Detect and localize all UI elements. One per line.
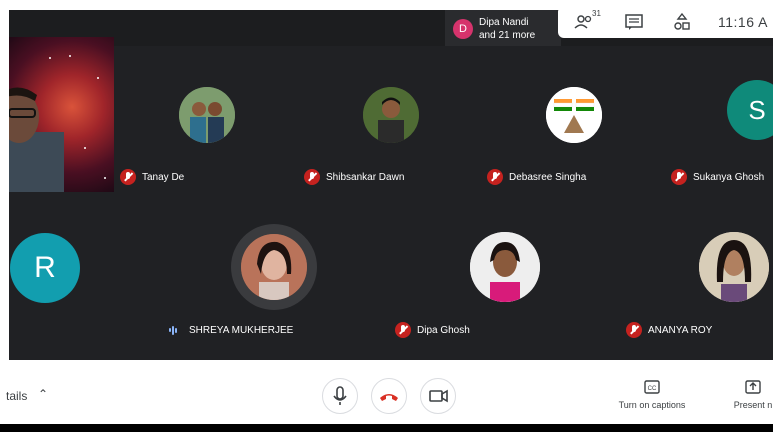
meeting-details-label[interactable]: tails xyxy=(6,389,27,403)
meeting-stage: D Dipa Nandi and 21 more Tanay De Shibsa… xyxy=(9,10,773,360)
participant-name: ANANYA ROY xyxy=(648,324,713,336)
avatar-ananya-roy xyxy=(699,232,769,302)
captions-button[interactable]: CC Turn on captions xyxy=(612,380,692,410)
hang-up-icon xyxy=(380,394,398,401)
present-icon xyxy=(745,380,761,394)
participant-name: Sukanya Ghosh xyxy=(693,171,765,183)
avatar-sukanya-ghosh: S xyxy=(727,80,773,140)
chat-icon[interactable] xyxy=(624,12,644,32)
mic-off-icon xyxy=(395,322,411,338)
participant-label-ananya: ANANYA ROY xyxy=(626,321,712,339)
participant-label-tanay: Tanay De xyxy=(120,168,184,186)
avatar-debasree-singha xyxy=(546,87,602,143)
leave-call-button[interactable] xyxy=(371,378,407,414)
captions-icon: CC xyxy=(644,380,660,394)
avatar-shibsankar-dawn xyxy=(363,87,419,143)
microphone-icon xyxy=(333,386,347,405)
captions-label: Turn on captions xyxy=(618,400,686,410)
chevron-up-icon[interactable]: ⌃ xyxy=(38,387,48,401)
participant-label-sukanya: Sukanya Ghosh xyxy=(671,168,764,186)
present-label: Present n xyxy=(733,400,773,410)
footer-strip xyxy=(0,424,773,432)
mic-off-icon xyxy=(304,169,320,185)
self-person-silhouette xyxy=(9,87,64,192)
participant-name: Dipa Ghosh xyxy=(417,324,470,336)
notification-avatar: D xyxy=(453,19,473,39)
avatar-tanay-de xyxy=(179,87,235,143)
participant-label-dipa: Dipa Ghosh xyxy=(395,321,470,339)
bottom-toolbar: tails ⌃ CC Turn on captions Present n xyxy=(0,360,773,424)
mic-off-icon xyxy=(671,169,687,185)
microphone-button[interactable] xyxy=(322,378,358,414)
participant-label-shibsankar: Shibsankar Dawn xyxy=(304,168,404,186)
people-icon[interactable]: 31 xyxy=(574,9,601,32)
participant-label-debasree: Debasree Singha xyxy=(487,168,586,186)
speaking-indicator-icon xyxy=(169,323,183,337)
activities-icon[interactable] xyxy=(672,12,692,32)
notification-more: and 21 more xyxy=(479,30,536,41)
mic-off-icon xyxy=(487,169,503,185)
clock: 11:16 A xyxy=(718,14,768,30)
avatar-r: R xyxy=(10,233,80,303)
notification-name: Dipa Nandi xyxy=(479,17,529,28)
mic-off-icon xyxy=(120,169,136,185)
camera-icon xyxy=(429,389,448,403)
svg-text:CC: CC xyxy=(648,386,657,392)
self-video-tile[interactable] xyxy=(9,37,114,192)
avatar-dipa-ghosh xyxy=(470,232,540,302)
participant-name: SHREYA MUKHERJEE xyxy=(189,324,294,336)
participant-name: Debasree Singha xyxy=(509,171,587,183)
participant-name: Tanay De xyxy=(142,171,185,183)
mic-off-icon xyxy=(626,322,642,338)
join-notification[interactable]: D Dipa Nandi and 21 more xyxy=(445,10,561,46)
participant-label-shreya: SHREYA MUKHERJEE xyxy=(169,321,293,339)
present-button[interactable]: Present n xyxy=(728,380,773,410)
participant-name: Shibsankar Dawn xyxy=(326,171,405,183)
avatar-shreya-mukherjee xyxy=(241,234,307,300)
camera-button[interactable] xyxy=(420,378,456,414)
people-count: 31 xyxy=(592,9,601,18)
top-control-panel: 31 11:16 A xyxy=(558,6,773,38)
